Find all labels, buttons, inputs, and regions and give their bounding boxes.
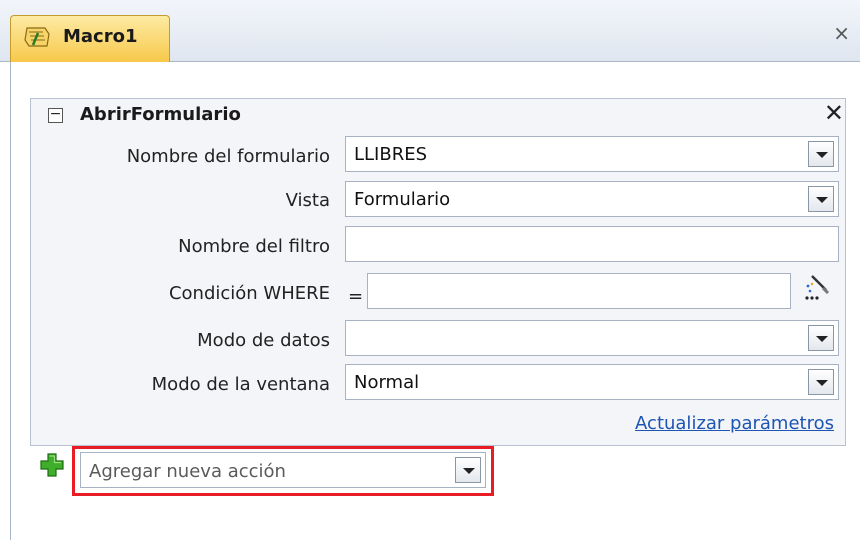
remove-action-icon[interactable]: ✕ bbox=[824, 100, 844, 126]
add-new-action-input[interactable] bbox=[87, 459, 441, 483]
chevron-down-icon[interactable] bbox=[808, 325, 834, 351]
window-mode-dropdown[interactable]: Normal bbox=[345, 364, 839, 400]
chevron-down-icon[interactable] bbox=[808, 186, 834, 212]
view-value: Formulario bbox=[354, 189, 451, 210]
filter-name-field[interactable] bbox=[345, 226, 839, 262]
document-tab-bar: Macro1 × bbox=[0, 0, 860, 62]
add-icon bbox=[40, 453, 64, 477]
expression-builder-icon[interactable] bbox=[803, 272, 831, 306]
chevron-down-icon[interactable] bbox=[808, 369, 834, 395]
add-new-action-combobox[interactable] bbox=[80, 452, 486, 488]
where-condition-label: Condición WHERE bbox=[168, 283, 330, 304]
where-equals-sign: = bbox=[348, 286, 364, 307]
macro-icon bbox=[24, 27, 50, 47]
data-mode-label: Modo de datos bbox=[197, 330, 330, 351]
tab-title: Macro1 bbox=[63, 26, 138, 47]
form-name-label: Nombre del formulario bbox=[126, 146, 330, 167]
chevron-down-icon[interactable] bbox=[455, 457, 481, 483]
action-name: AbrirFormulario bbox=[80, 104, 241, 125]
close-tab-icon[interactable]: × bbox=[833, 21, 850, 45]
tab-macro1[interactable]: Macro1 bbox=[10, 15, 170, 62]
form-name-dropdown[interactable]: LLIBRES bbox=[345, 136, 839, 172]
filter-name-label: Nombre del filtro bbox=[178, 236, 330, 257]
view-dropdown[interactable]: Formulario bbox=[345, 181, 839, 217]
where-condition-field[interactable] bbox=[367, 273, 791, 309]
data-mode-dropdown[interactable] bbox=[345, 320, 839, 356]
window-mode-value: Normal bbox=[354, 372, 420, 393]
update-parameters-link[interactable]: Actualizar parámetros bbox=[635, 413, 834, 434]
collapse-icon[interactable]: − bbox=[48, 107, 63, 123]
chevron-down-icon[interactable] bbox=[808, 141, 834, 167]
view-label: Vista bbox=[285, 190, 330, 211]
form-name-value: LLIBRES bbox=[354, 144, 428, 165]
window-mode-label: Modo de la ventana bbox=[151, 374, 330, 395]
